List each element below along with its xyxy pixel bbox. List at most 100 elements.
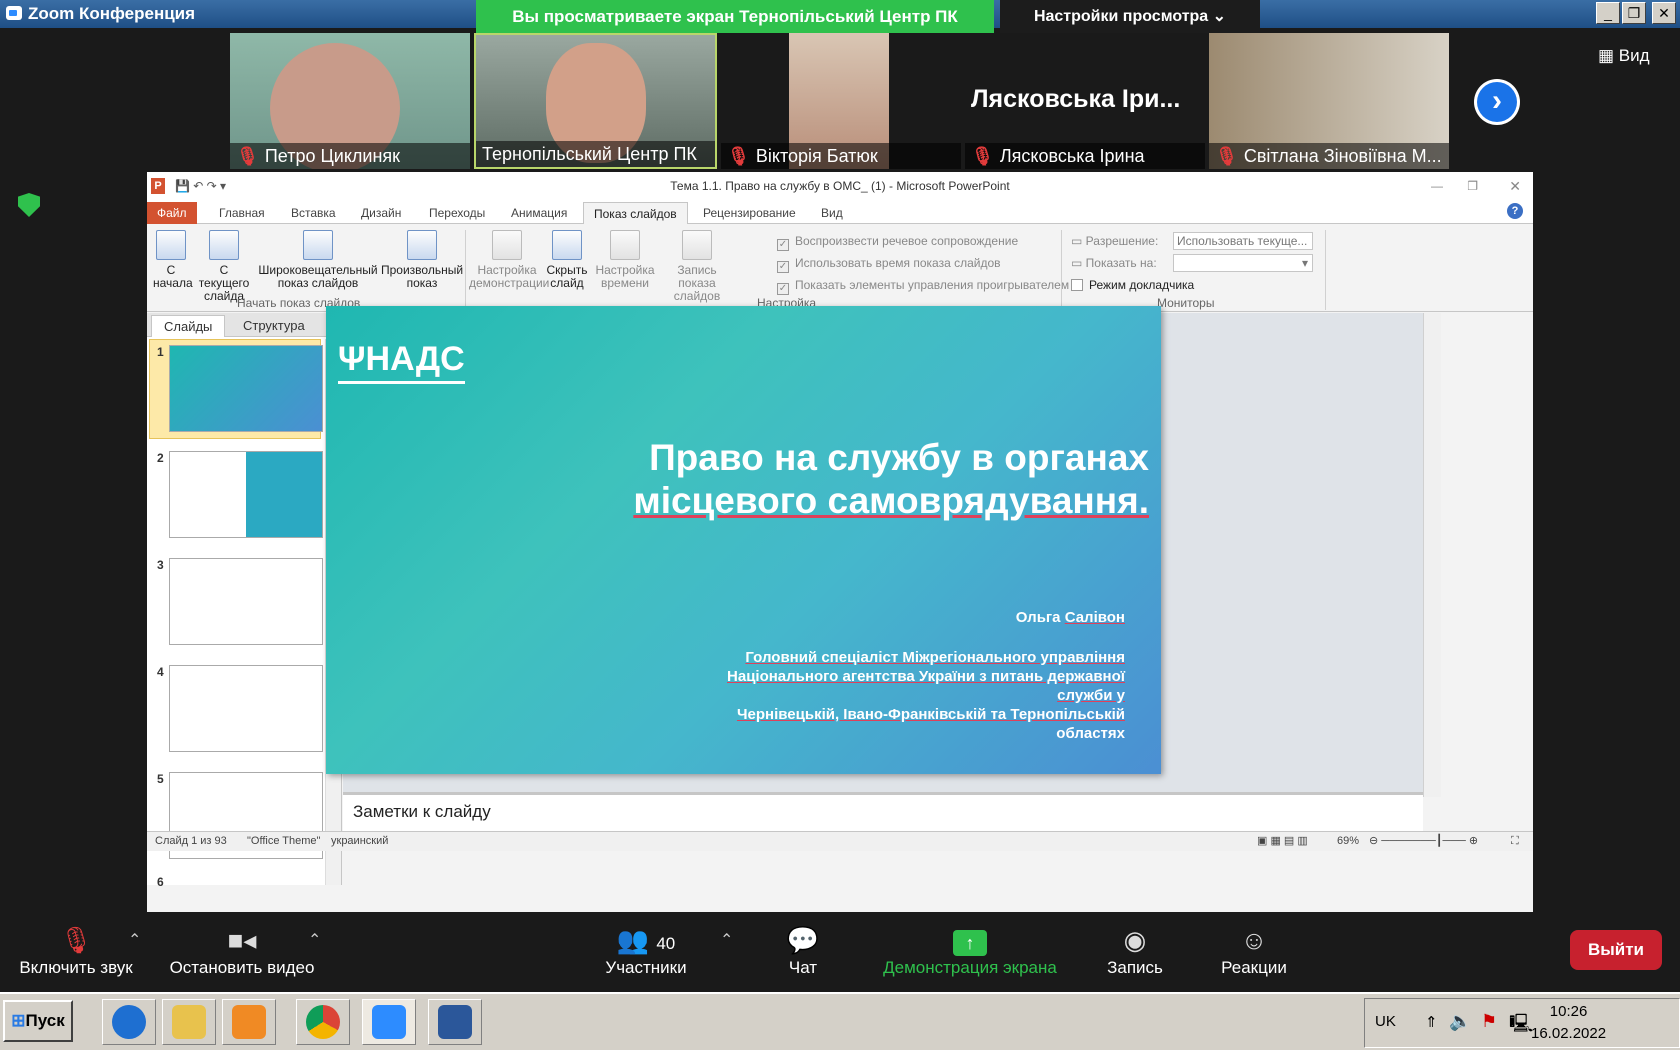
muted-mic-icon: 🎙	[971, 146, 994, 166]
tab-insert[interactable]: Вставка	[281, 202, 346, 224]
video-tile[interactable]: Лясковська Іри... 🎙 Лясковська Ірина	[965, 33, 1205, 169]
action-center-flag-icon[interactable]: ⚑	[1481, 1011, 1497, 1032]
tab-home[interactable]: Главная	[209, 202, 275, 224]
participants-count: 40	[656, 934, 676, 953]
chat-button[interactable]: 💬 Чат	[770, 922, 836, 978]
view-options-dropdown[interactable]: Настройки просмотра ⌄	[1000, 0, 1260, 33]
record-icon: ◉	[1123, 925, 1147, 955]
video-tile[interactable]: 🎙 Вікторія Батюк	[721, 33, 961, 169]
powerpoint-app-icon: P	[151, 178, 165, 194]
tab-transitions[interactable]: Переходы	[419, 202, 495, 224]
video-tile-active-speaker[interactable]: Тернопільський Центр ПК	[474, 33, 717, 169]
restore-icon[interactable]: ❐	[1467, 172, 1478, 200]
tab-view[interactable]: Вид	[811, 202, 853, 224]
taskbar-chrome[interactable]	[296, 999, 350, 1045]
from-current-button[interactable]: С текущего слайда	[193, 230, 255, 303]
participants-button[interactable]: 👥 40 Участники	[596, 922, 696, 978]
tab-slideshow[interactable]: Показ слайдов	[583, 202, 688, 224]
slide-thumbnail[interactable]	[169, 345, 323, 432]
share-screen-button[interactable]: ↑ Демонстрация экрана	[870, 922, 1070, 978]
leave-button[interactable]: Выйти	[1570, 930, 1662, 970]
tab-animations[interactable]: Анимация	[501, 202, 577, 224]
slide-logo: ΨНАДС	[338, 340, 465, 384]
record-show-button[interactable]: Запись показа слайдов	[657, 230, 737, 303]
slide-scrollbar[interactable]	[1423, 313, 1441, 797]
resolution-label: ▭ Разрешение:	[1071, 234, 1159, 248]
start-button[interactable]: ⊞Пуск	[3, 1000, 73, 1042]
resolution-dropdown[interactable]: Использовать текуще... ▾	[1173, 232, 1313, 264]
close-icon[interactable]: ✕	[1509, 172, 1521, 200]
tab-design[interactable]: Дизайн	[351, 202, 411, 224]
view-button[interactable]: ▦ Вид	[1598, 46, 1650, 66]
rehearse-timings-button[interactable]: Настройка времени	[595, 230, 655, 290]
show-on-dropdown[interactable]: ▾	[1173, 254, 1313, 272]
network-icon[interactable]: 🖳	[1509, 1011, 1533, 1041]
theme-name: "Office Theme"	[247, 835, 321, 847]
broadcast-button[interactable]: Широковещательный показ слайдов	[257, 230, 379, 290]
slide-thumbnail[interactable]	[169, 451, 323, 538]
windows-logo-icon: ⊞	[11, 1011, 26, 1030]
tab-file[interactable]: Файл	[147, 202, 197, 224]
close-window-button[interactable]: ✕	[1652, 2, 1676, 24]
minimize-icon[interactable]: —	[1431, 172, 1443, 200]
help-icon[interactable]: ?	[1507, 203, 1523, 219]
taskbar-zoom[interactable]	[362, 999, 416, 1045]
view-buttons[interactable]: ▣ ▦ ▤ ▥	[1257, 832, 1308, 850]
folder-icon	[172, 1005, 206, 1039]
zoom-slider[interactable]: ⊖ ───────┃─── ⊕	[1369, 832, 1478, 850]
tray-expand-icon[interactable]: ⇑	[1425, 1013, 1438, 1031]
slide-author-role: Головний спеціаліст Міжрегіонального упр…	[727, 649, 1125, 742]
record-icon	[682, 230, 712, 260]
volume-icon[interactable]: 🔈	[1449, 1011, 1471, 1032]
zoom-app-icon	[6, 6, 22, 20]
screen-share-banner: Вы просматриваете экран Тернопільський Ц…	[476, 0, 994, 33]
emoji-icon: ☺	[1240, 925, 1268, 955]
chevron-down-icon: ⌄	[1212, 8, 1227, 25]
audio-options-caret[interactable]: ⌃	[128, 930, 141, 950]
taskbar-media[interactable]	[222, 999, 276, 1045]
quick-access-toolbar[interactable]: 💾 ↶ ↷ ▾	[175, 172, 226, 200]
clock[interactable]: 10:26 16.02.2022	[1531, 1001, 1606, 1045]
group-label-monitors: Мониторы	[1157, 296, 1215, 310]
show-on-label: ▭ Показать на:	[1071, 256, 1157, 270]
security-shield-icon[interactable]	[18, 193, 40, 217]
current-slide[interactable]: ΨНАДС Право на службу в органах місцевог…	[326, 306, 1161, 774]
setup-show-button[interactable]: Настройка демонстрации	[469, 230, 549, 290]
slide-thumbnail[interactable]	[169, 665, 323, 752]
reactions-button[interactable]: ☺ Реакции	[1214, 922, 1294, 978]
restore-button[interactable]: ❐	[1622, 2, 1646, 24]
use-timings-checkbox[interactable]: ✓ Использовать время показа слайдов	[777, 256, 1001, 273]
slides-pane: Слайды Структура ✕ 1 2 3 4 5 6	[147, 313, 342, 889]
video-tile[interactable]: 🎙 Петро Циклиняк	[230, 33, 470, 169]
video-options-caret[interactable]: ⌃	[308, 930, 321, 950]
custom-show-button[interactable]: Произвольный показ	[381, 230, 463, 290]
taskbar-explorer[interactable]	[162, 999, 216, 1045]
chevron-right-icon: ›	[1477, 82, 1517, 122]
show-controls-checkbox[interactable]: ✓ Показать элементы управления проигрыват…	[777, 278, 1069, 295]
participant-name: 🎙 Вікторія Батюк	[721, 143, 961, 169]
tab-outline[interactable]: Структура	[231, 315, 317, 337]
slide-thumbnail[interactable]	[169, 558, 323, 645]
notes-field[interactable]: Заметки к слайду	[343, 792, 1423, 832]
play-narration-checkbox[interactable]: ✓ Воспроизвести речевое сопровождение	[777, 234, 1018, 251]
record-button[interactable]: ◉ Запись	[1100, 922, 1170, 978]
stop-video-button[interactable]: ■◂ Остановить видео	[164, 922, 320, 978]
hide-slide-button[interactable]: Скрыть слайд	[543, 230, 591, 290]
tab-review[interactable]: Рецензирование	[693, 202, 806, 224]
zoom-level: 69%	[1337, 835, 1360, 847]
window-title: Zoom Конференция	[28, 4, 196, 23]
taskbar-ie[interactable]	[102, 999, 156, 1045]
minimize-button[interactable]: _	[1596, 2, 1620, 24]
next-participants-button[interactable]: ›	[1474, 79, 1520, 125]
hide-slide-icon	[552, 230, 582, 260]
slide-title: Право на службу в органах місцевого само…	[633, 437, 1149, 521]
fit-window-icon[interactable]: ⛶	[1511, 832, 1519, 850]
unmute-button[interactable]: 🎙 Включить звук	[14, 922, 138, 978]
language-indicator[interactable]: UK	[1375, 1013, 1396, 1030]
presenter-view-checkbox[interactable]: Режим докладчика	[1071, 278, 1194, 292]
taskbar-word[interactable]	[428, 999, 482, 1045]
video-tile[interactable]: 🎙 Світлана Зіновіївна М...	[1209, 33, 1449, 169]
from-start-button[interactable]: С начала	[153, 230, 193, 290]
participants-options-caret[interactable]: ⌃	[720, 930, 733, 950]
tab-slides[interactable]: Слайды	[151, 315, 226, 337]
